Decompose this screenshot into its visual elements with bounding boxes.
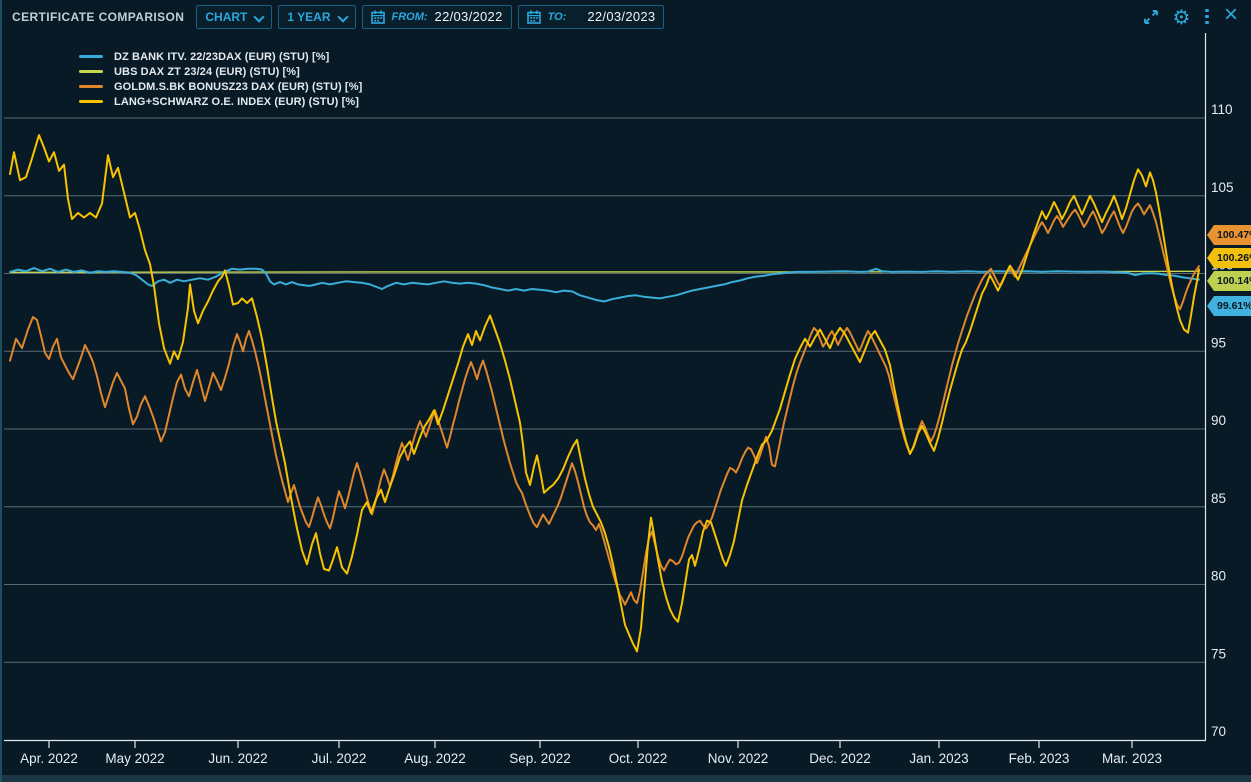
- x-axis-label: Aug. 2022: [404, 751, 466, 766]
- legend-item-1[interactable]: UBS DAX ZT 23/24 (EUR) (STU) [%]: [79, 64, 362, 79]
- legend-swatch: [79, 55, 103, 58]
- price-tag-1: 100.26%: [1207, 248, 1251, 268]
- y-axis-label: 85: [1211, 491, 1226, 506]
- legend-label: DZ BANK ITV. 22/23DAX (EUR) (STU) [%]: [114, 51, 329, 63]
- certificate-comparison-widget: CERTIFICATE COMPARISON CHART 1 YEAR FROM…: [0, 0, 1251, 782]
- y-axis-label: 90: [1211, 413, 1226, 428]
- legend-swatch: [79, 100, 103, 103]
- legend-swatch: [79, 70, 103, 73]
- x-axis-label: Feb. 2023: [1009, 751, 1070, 766]
- chart-area: 110105100959085807570Apr. 2022May 2022Ju…: [2, 0, 1251, 782]
- legend-label: GOLDM.S.BK BONUSZ23 DAX (EUR) (STU) [%]: [114, 81, 362, 93]
- x-axis-label: Jan. 2023: [909, 751, 968, 766]
- y-axis-label: 70: [1211, 724, 1226, 739]
- x-axis-label: Nov. 2022: [708, 751, 769, 766]
- x-axis-label: Jun. 2022: [208, 751, 267, 766]
- y-axis-label: 75: [1211, 646, 1226, 661]
- price-tag-3: 99.61%: [1207, 296, 1251, 316]
- x-axis-label: Dec. 2022: [809, 751, 871, 766]
- series-line-2[interactable]: [10, 204, 1199, 605]
- legend-label: UBS DAX ZT 23/24 (EUR) (STU) [%]: [114, 66, 300, 78]
- bottom-scrollbar[interactable]: [2, 775, 1251, 782]
- legend-item-2[interactable]: GOLDM.S.BK BONUSZ23 DAX (EUR) (STU) [%]: [79, 79, 362, 94]
- chart-canvas[interactable]: 110105100959085807570Apr. 2022May 2022Ju…: [2, 33, 1251, 782]
- legend-item-3[interactable]: LANG+SCHWARZ O.E. INDEX (EUR) (STU) [%]: [79, 94, 362, 109]
- legend-label: LANG+SCHWARZ O.E. INDEX (EUR) (STU) [%]: [114, 96, 359, 108]
- x-axis-label: Apr. 2022: [20, 751, 78, 766]
- x-axis-label: May 2022: [105, 751, 164, 766]
- x-axis-label: Oct. 2022: [609, 751, 668, 766]
- legend-item-0[interactable]: DZ BANK ITV. 22/23DAX (EUR) (STU) [%]: [79, 49, 362, 64]
- x-axis-label: Sep. 2022: [509, 751, 571, 766]
- price-tag-2: 100.14%: [1207, 271, 1251, 291]
- y-axis-label: 105: [1211, 180, 1234, 195]
- x-axis-label: Jul. 2022: [312, 751, 367, 766]
- y-axis-label: 95: [1211, 335, 1226, 350]
- price-tag-0: 100.47%: [1207, 225, 1251, 245]
- legend-swatch: [79, 85, 103, 88]
- y-axis-label: 110: [1211, 102, 1233, 117]
- legend: DZ BANK ITV. 22/23DAX (EUR) (STU) [%] UBS…: [79, 49, 362, 109]
- y-axis-label: 80: [1211, 569, 1226, 584]
- x-axis-label: Mar. 2023: [1102, 751, 1162, 766]
